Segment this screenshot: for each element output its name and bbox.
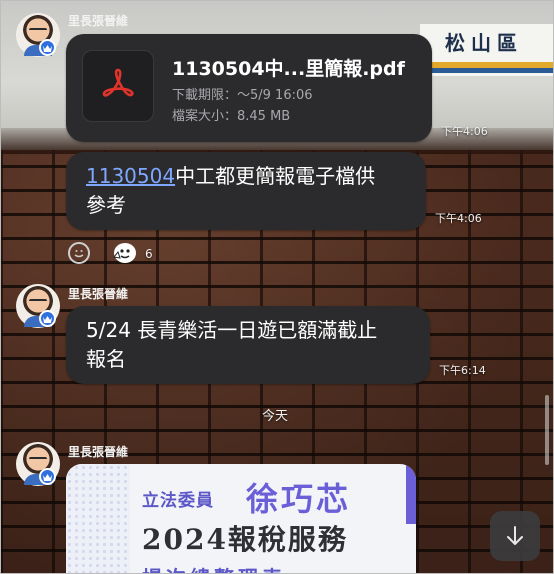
sender-name: 里長張晉維: [68, 445, 129, 459]
promo-pattern: [66, 464, 130, 574]
scroll-to-bottom-button[interactable]: [490, 511, 540, 561]
reaction-count: 6: [145, 247, 153, 261]
sender-name: 里長張晉維: [68, 287, 129, 301]
file-expiry: 下載期限：～5/9 16:06: [172, 88, 313, 103]
add-reaction-icon[interactable]: [68, 242, 90, 264]
file-message-bubble[interactable]: 1130504中...里簡報.pdf 下載期限：～5/9 16:06 檔案大小：…: [66, 34, 432, 142]
scrollbar[interactable]: [545, 395, 549, 465]
verified-badge-icon: [39, 468, 56, 485]
reaction-sticker-icon[interactable]: [110, 240, 138, 266]
verified-badge-icon: [39, 310, 56, 327]
message-text-line1: 中工都更簡報電子檔供: [175, 164, 376, 188]
arrow-down-icon: [507, 526, 523, 545]
promo-name: 徐巧芯: [246, 480, 352, 518]
promo-title: 2024報稅服務: [142, 523, 348, 556]
date-divider: 今天: [262, 409, 289, 424]
image-message[interactable]: 立法委員 徐巧芯 2024報稅服務 場次總整理表: [66, 464, 416, 574]
message-text: 1130504中工都更簡報電子檔供 參考: [86, 162, 375, 220]
text-message-bubble[interactable]: 1130504中工都更簡報電子檔供 參考: [66, 152, 426, 230]
message-time: 下午6:14: [439, 364, 486, 377]
message-text: 5/24 長青樂活一日遊已額滿截止 報名: [86, 316, 377, 374]
pdf-icon: [82, 50, 154, 122]
message-text-line1: 5/24 長青樂活一日遊已額滿截止: [86, 318, 378, 342]
street-sign-text: 松山區: [445, 31, 523, 55]
message-link[interactable]: 1130504: [86, 164, 175, 188]
message-text-line2: 參考: [86, 193, 126, 217]
text-message-bubble[interactable]: 5/24 長青樂活一日遊已額滿截止 報名: [66, 306, 430, 384]
sign-stripe-blue: [420, 68, 554, 73]
promo-subtitle: 立法委員: [142, 491, 214, 511]
promo-cut-text: 場次總整理表: [142, 562, 286, 574]
sender-name: 里長張晉維: [68, 14, 129, 28]
file-name: 1130504中...里簡報.pdf: [172, 58, 405, 80]
verified-badge-icon: [39, 39, 56, 56]
message-time: 下午4:06: [441, 125, 488, 138]
promo-accent-bar: [406, 464, 416, 524]
file-size: 檔案大小：8.45 MB: [172, 109, 291, 124]
message-text-line2: 報名: [86, 347, 126, 371]
message-time: 下午4:06: [435, 212, 482, 225]
